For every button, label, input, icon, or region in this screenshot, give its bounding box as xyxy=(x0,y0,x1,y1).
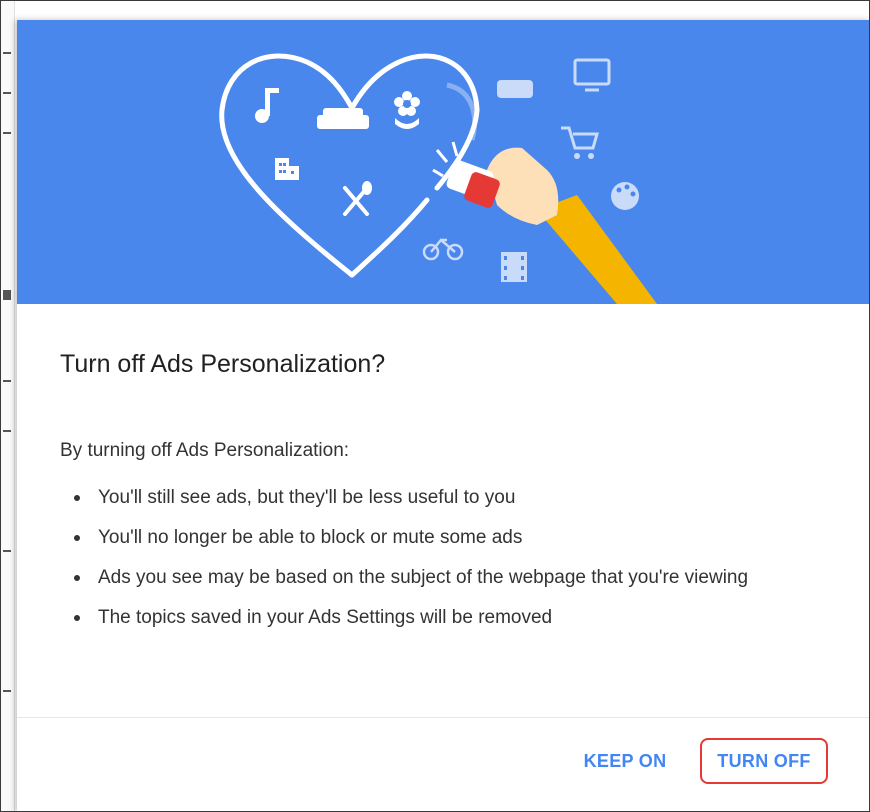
dialog-title: Turn off Ads Personalization? xyxy=(60,350,386,378)
palette-icon xyxy=(611,182,639,210)
film-icon xyxy=(501,252,527,282)
list-item: You'll still see ads, but they'll be les… xyxy=(60,478,820,518)
actions-divider xyxy=(17,717,870,718)
list-item: Ads you see may be based on the subject … xyxy=(60,558,820,598)
background-page xyxy=(0,0,15,812)
buildings-icon xyxy=(275,158,299,180)
flower-icon xyxy=(394,91,420,129)
spoon-head xyxy=(362,181,372,195)
music-note-icon xyxy=(255,88,279,123)
gamepad-icon xyxy=(497,80,533,98)
keep-on-button[interactable]: KEEP ON xyxy=(573,738,677,784)
background-text-fragment xyxy=(3,290,11,300)
consequence-list: You'll still see ads, but they'll be les… xyxy=(60,478,820,638)
background-text-fragment xyxy=(3,690,11,692)
illustration-svg xyxy=(219,53,657,304)
background-text-fragment xyxy=(3,430,11,432)
bicycle-icon xyxy=(422,238,464,261)
cart-icon xyxy=(561,126,599,159)
sofa-icon xyxy=(317,108,369,129)
background-text-fragment xyxy=(3,52,11,54)
hand-eraser-icon xyxy=(432,141,657,304)
list-item: You'll no longer be able to block or mut… xyxy=(60,518,820,558)
background-text-fragment xyxy=(3,132,11,134)
list-item: The topics saved in your Ads Settings wi… xyxy=(60,598,820,638)
background-text-fragment xyxy=(3,380,11,382)
tv-icon xyxy=(573,58,611,92)
turn-off-ads-dialog: Turn off Ads Personalization? By turning… xyxy=(17,20,870,812)
dialog-intro: By turning off Ads Personalization: xyxy=(60,440,350,461)
background-text-fragment xyxy=(3,550,11,552)
background-text-fragment xyxy=(3,92,11,94)
turn-off-button[interactable]: TURN OFF xyxy=(700,738,828,784)
hero-illustration xyxy=(17,20,870,304)
